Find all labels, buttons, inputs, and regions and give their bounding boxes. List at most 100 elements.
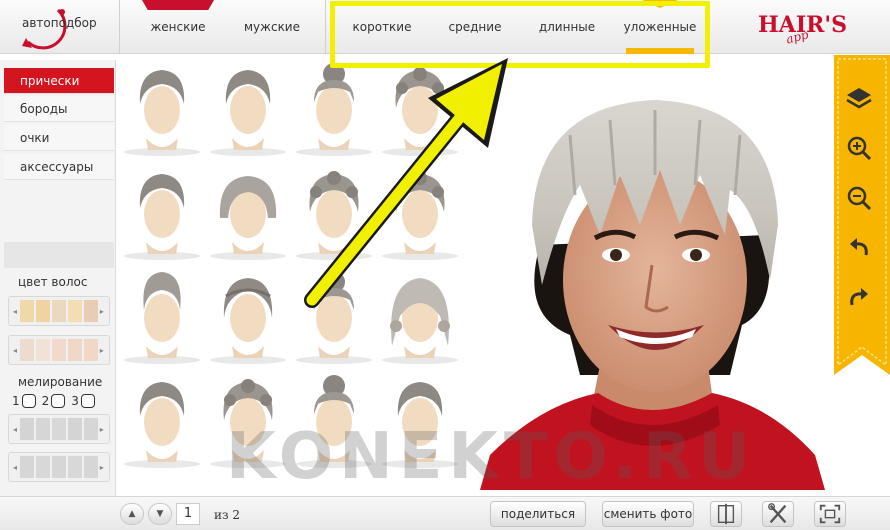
- chevron-left-icon[interactable]: ◂: [13, 425, 18, 434]
- color-swatch[interactable]: [36, 300, 51, 322]
- share-button[interactable]: поделиться: [490, 501, 586, 527]
- layers-button[interactable]: [844, 83, 874, 113]
- page-number-field[interactable]: 1: [176, 503, 200, 525]
- hairstyle-preview-icon: [382, 67, 458, 156]
- radio-checkbox[interactable]: [80, 394, 95, 408]
- color-swatch[interactable]: [36, 418, 51, 440]
- tab-male-label: мужские: [244, 20, 300, 34]
- color-swatch[interactable]: [83, 300, 98, 322]
- tab-male[interactable]: мужские: [222, 0, 322, 54]
- color-swatch[interactable]: [52, 418, 66, 440]
- watermark-text: KONEKTO.RU: [226, 420, 757, 494]
- tab-female[interactable]: женские: [128, 0, 228, 54]
- right-toolbar: [828, 55, 890, 375]
- chevron-right-icon[interactable]: ▸: [100, 307, 105, 316]
- color-swatch[interactable]: [52, 300, 66, 322]
- highlight-options: 1 2 3: [12, 394, 95, 408]
- chevron-left-icon[interactable]: ◂: [13, 463, 18, 472]
- layers-icon: [846, 88, 872, 109]
- radio-checkbox[interactable]: [21, 394, 36, 408]
- tab-female-label: женские: [150, 20, 206, 34]
- hair-color-label: цвет волос: [18, 275, 88, 289]
- compare-icon: [717, 503, 735, 525]
- color-swatch[interactable]: [52, 339, 66, 361]
- zoom-out-icon: [847, 186, 872, 211]
- change-photo-button[interactable]: сменить фото: [602, 501, 694, 527]
- chevron-right-icon[interactable]: ▸: [100, 463, 105, 472]
- color-swatch[interactable]: [67, 300, 82, 322]
- hairstyle-preview-icon: [124, 70, 200, 156]
- hairstyle-thumbnail[interactable]: [294, 162, 374, 260]
- hairstyle-thumbnail[interactable]: [294, 58, 374, 156]
- zoom-out-button[interactable]: [844, 183, 874, 213]
- hairstyle-thumbnail[interactable]: [380, 162, 460, 260]
- hairstyle-thumbnail[interactable]: [208, 266, 288, 364]
- hairstyle-preview-icon: [296, 171, 372, 260]
- color-swatch[interactable]: [20, 456, 35, 478]
- chevron-right-icon[interactable]: ▸: [100, 346, 105, 355]
- chevron-up-icon: ▲: [128, 509, 136, 519]
- color-swatch[interactable]: [52, 456, 66, 478]
- sidebar-item-accessories[interactable]: аксессуары: [4, 154, 114, 180]
- zoom-in-icon: [847, 136, 872, 161]
- hairstyle-app: автоподбор женские мужские короткие сред…: [0, 0, 890, 530]
- chevron-left-icon[interactable]: ◂: [13, 346, 18, 355]
- highlight-option-3[interactable]: 3: [71, 394, 95, 408]
- highlight-swatch-row: ◂ ▸: [8, 452, 110, 482]
- hairstyle-thumbnail[interactable]: [122, 370, 202, 468]
- color-swatch[interactable]: [83, 456, 98, 478]
- hairstyle-preview-icon: [382, 171, 458, 260]
- fullscreen-button[interactable]: [814, 501, 846, 527]
- hairstyle-preview-icon: [210, 70, 286, 156]
- tools-button[interactable]: [762, 501, 794, 527]
- color-swatch[interactable]: [67, 456, 82, 478]
- zoom-in-button[interactable]: [844, 133, 874, 163]
- hairstyle-thumbnail[interactable]: [122, 266, 202, 364]
- color-swatch[interactable]: [83, 339, 98, 361]
- color-swatch[interactable]: [83, 418, 98, 440]
- highlight-swatch-row: ◂ ▸: [8, 414, 110, 444]
- chevron-left-icon[interactable]: ◂: [13, 307, 18, 316]
- hairstyle-thumbnail[interactable]: [208, 58, 288, 156]
- sidebar-item-hairstyles[interactable]: прически: [4, 68, 114, 94]
- page-prev-button[interactable]: ▲: [120, 503, 144, 525]
- color-swatch[interactable]: [67, 418, 82, 440]
- highlight-option-label: 3: [71, 394, 79, 408]
- color-swatch[interactable]: [20, 300, 35, 322]
- fullscreen-icon: [819, 504, 841, 524]
- autopick-button[interactable]: автоподбор: [0, 0, 120, 54]
- hairstyle-thumbnail[interactable]: [294, 266, 374, 364]
- sidebar-item-glasses[interactable]: очки: [4, 125, 114, 151]
- color-swatch[interactable]: [36, 456, 51, 478]
- highlight-option-label: 2: [41, 394, 50, 408]
- color-swatch[interactable]: [36, 339, 51, 361]
- hairstyle-thumbnail[interactable]: [122, 162, 202, 260]
- hairstyle-thumbnail[interactable]: [122, 58, 202, 156]
- hairstyle-thumbnail[interactable]: [380, 266, 460, 364]
- page-next-button[interactable]: ▼: [148, 503, 172, 525]
- bottom-bar: ▲ ▼ 1 из 2 поделиться сменить фото: [0, 496, 890, 530]
- hairstyle-preview-icon: [124, 174, 200, 260]
- sidebar-item-beards[interactable]: бороды: [4, 96, 114, 122]
- redo-button[interactable]: [844, 283, 874, 313]
- left-sidebar: прически бороды очки аксессуары цвет вол…: [0, 60, 116, 496]
- undo-button[interactable]: [844, 233, 874, 263]
- hairstyle-preview-icon: [210, 278, 286, 364]
- radio-checkbox[interactable]: [51, 394, 66, 408]
- color-swatch[interactable]: [20, 339, 35, 361]
- highlight-option-1[interactable]: 1: [12, 394, 36, 408]
- hairstyle-thumbnail[interactable]: [380, 58, 460, 156]
- highlight-option-label: 1: [12, 394, 20, 408]
- hairstyle-thumbnail[interactable]: [208, 162, 288, 260]
- compare-button[interactable]: [710, 501, 742, 527]
- highlight-option-2[interactable]: 2: [42, 394, 66, 408]
- hairstyle-preview-icon: [124, 272, 200, 364]
- page-total-label: из 2: [214, 508, 240, 522]
- divider: [325, 0, 326, 54]
- color-swatch[interactable]: [67, 339, 82, 361]
- chevron-right-icon[interactable]: ▸: [100, 425, 105, 434]
- highlight-annotation: [330, 1, 710, 68]
- color-swatch[interactable]: [20, 418, 35, 440]
- color-swatch-row: ◂ ▸: [8, 335, 110, 365]
- active-tab-marker: [142, 0, 214, 10]
